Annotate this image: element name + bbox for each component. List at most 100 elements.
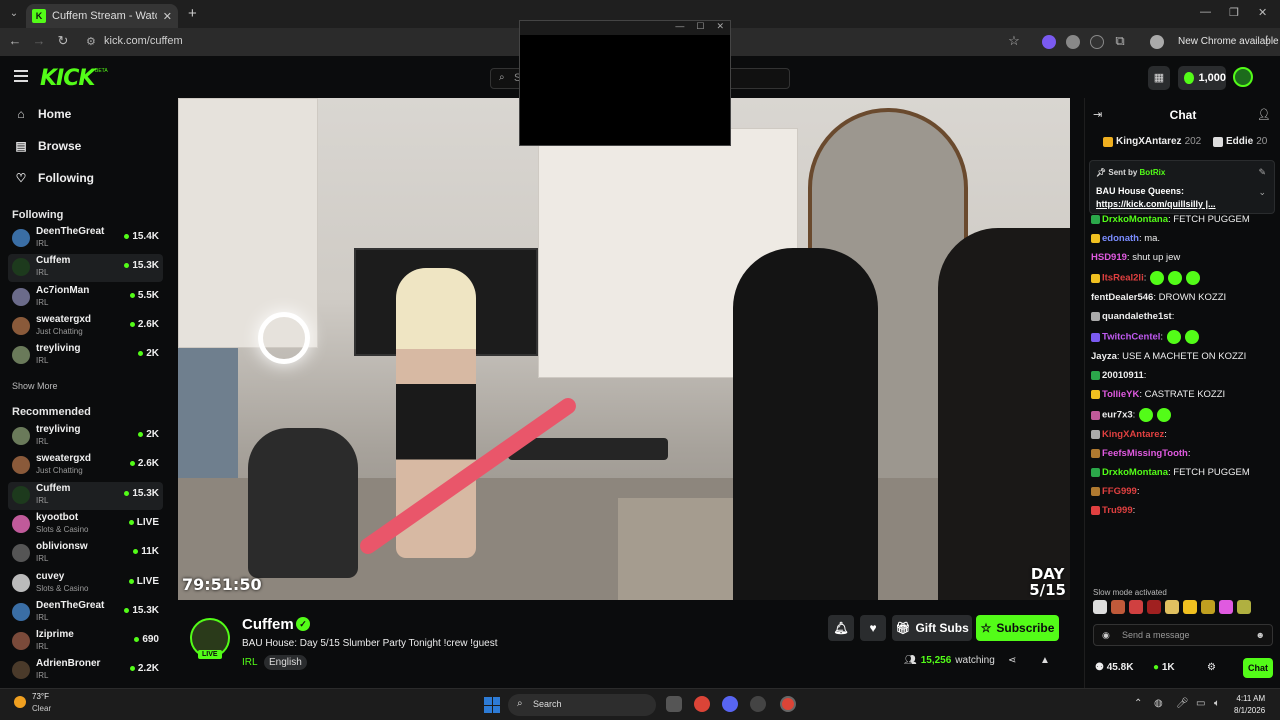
back-icon[interactable]: ← bbox=[6, 33, 24, 48]
profile-avatar[interactable] bbox=[1150, 35, 1164, 49]
system-clock[interactable]: 4:11 AM 8/1/2026 bbox=[1234, 693, 1265, 717]
chrome-active-app-icon[interactable] bbox=[780, 696, 796, 712]
emote-icon[interactable] bbox=[1183, 600, 1197, 614]
extension-cloud-icon[interactable] bbox=[1066, 35, 1080, 49]
chat-username[interactable]: eur7x3 bbox=[1102, 410, 1133, 421]
nav-home[interactable]: ⌂ Home bbox=[14, 107, 71, 121]
menu-icon[interactable] bbox=[14, 70, 28, 82]
chat-username[interactable]: quandalethe1st bbox=[1102, 311, 1172, 322]
tray-app-icon[interactable]: ◍ bbox=[1154, 698, 1163, 709]
emoji-icon[interactable]: ☻ bbox=[1256, 630, 1265, 640]
show-more-link[interactable]: Show More bbox=[12, 381, 58, 391]
followers-stat[interactable]: ⚉ 45.8K bbox=[1095, 662, 1133, 673]
tab-close-icon[interactable]: ✕ bbox=[163, 10, 172, 23]
chat-users-icon[interactable]: 👤︎ bbox=[1257, 108, 1271, 121]
chat-send-button[interactable]: Chat bbox=[1243, 658, 1273, 678]
windows-start-icon[interactable] bbox=[484, 697, 500, 713]
sidebar-channel-adrienbroner[interactable]: AdrienBroner IRL 2.2K bbox=[8, 657, 163, 685]
video-player[interactable]: 79:51:50 DAY 5/15 bbox=[178, 98, 1070, 600]
sidebar-channel-treyliving[interactable]: treyliving IRL 2K bbox=[8, 423, 163, 451]
chat-record-icon[interactable]: ◉ bbox=[1102, 630, 1110, 641]
chat-username[interactable]: edonath bbox=[1102, 233, 1139, 244]
chat-username[interactable]: Tru999 bbox=[1102, 505, 1133, 516]
chat-username[interactable]: 20010911 bbox=[1102, 370, 1144, 381]
restore-icon[interactable]: ❐ bbox=[1229, 6, 1239, 19]
sidebar-channel-deenthegreat[interactable]: DeenTheGreat IRL 15.4K bbox=[8, 225, 163, 253]
streamer-name[interactable]: Cuffem bbox=[242, 616, 294, 633]
taskbar-search[interactable]: ⌕ Search bbox=[508, 694, 656, 716]
chat-username[interactable]: FeefsMissingTooth bbox=[1102, 448, 1188, 459]
app-icon[interactable] bbox=[750, 696, 766, 712]
sidebar-channel-ac7ionman[interactable]: Ac7ionMan IRL 5.5K bbox=[8, 284, 163, 312]
chat-username[interactable]: TwitchCentel bbox=[1102, 332, 1160, 343]
sidebar-channel-sweatergxd[interactable]: sweatergxd Just Chatting 2.6K bbox=[8, 452, 163, 480]
sidebar-channel-sweatergxd[interactable]: sweatergxd Just Chatting 2.6K bbox=[8, 313, 163, 341]
emote-icon[interactable] bbox=[1111, 600, 1125, 614]
kicks-stat[interactable]: ● 1K bbox=[1153, 662, 1175, 673]
nav-following[interactable]: ♡ Following bbox=[14, 171, 94, 185]
tray-chevron-icon[interactable]: ⌃ bbox=[1134, 698, 1142, 709]
expand-pinned-icon[interactable]: ⌄ bbox=[1258, 187, 1266, 198]
category-link[interactable]: IRL bbox=[242, 657, 258, 668]
chat-username[interactable]: Jayza bbox=[1091, 351, 1117, 362]
language-tag[interactable]: English bbox=[264, 655, 307, 670]
notification-bell-button[interactable]: 🔔︎ bbox=[828, 615, 854, 641]
reload-icon[interactable]: ↻ bbox=[54, 33, 72, 49]
chat-username[interactable]: ItsReal2li bbox=[1102, 273, 1144, 284]
sidebar-channel-cuffem[interactable]: Cuffem IRL 15.3K bbox=[8, 254, 163, 283]
chat-settings-icon[interactable]: ⚙ bbox=[1207, 662, 1216, 673]
gift-subs-button[interactable]: 🎁︎ Gift Subs bbox=[892, 615, 972, 641]
sidebar-channel-kyootbot[interactable]: kyootbot Slots & Casino LIVE bbox=[8, 511, 163, 539]
browser-tab[interactable]: K Cuffem Stream - Watch Live on Kick ✕ bbox=[26, 4, 178, 28]
sidebar-channel-iziprime[interactable]: Iziprime IRL 690 bbox=[8, 628, 163, 656]
chrome-app-icon[interactable] bbox=[694, 696, 710, 712]
new-tab-icon[interactable]: + bbox=[188, 5, 197, 22]
emote-icon[interactable] bbox=[1201, 600, 1215, 614]
chat-username[interactable]: TollieYK bbox=[1102, 389, 1139, 400]
popup-maximize-icon[interactable]: ☐ bbox=[696, 21, 704, 35]
follow-heart-button[interactable]: ♥ bbox=[860, 615, 886, 641]
dashboard-icon[interactable]: ▦ bbox=[1148, 66, 1170, 90]
window-close-icon[interactable]: ✕ bbox=[1258, 6, 1267, 19]
popup-minimize-icon[interactable]: — bbox=[675, 21, 684, 35]
leaderboard-entry[interactable]: KingXAntarez 202 bbox=[1103, 136, 1201, 147]
tab-search-icon[interactable]: ⌄ bbox=[6, 6, 22, 22]
site-info-icon[interactable]: ⚙ bbox=[86, 35, 96, 48]
report-icon[interactable]: ▲ bbox=[1040, 655, 1050, 666]
emote-icon[interactable] bbox=[1129, 600, 1143, 614]
discord-app-icon[interactable] bbox=[722, 696, 738, 712]
emote-icon[interactable] bbox=[1237, 600, 1251, 614]
minimize-icon[interactable]: — bbox=[1200, 6, 1211, 18]
emote-icon[interactable] bbox=[1219, 600, 1233, 614]
emote-icon[interactable] bbox=[1165, 600, 1179, 614]
emote-icon[interactable] bbox=[1093, 600, 1107, 614]
pinned-link[interactable]: https://kick.com/quillsilly |... bbox=[1096, 199, 1216, 209]
network-icon[interactable]: ▭ bbox=[1196, 698, 1205, 709]
chat-username[interactable]: fentDealer546 bbox=[1091, 292, 1153, 303]
leaderboard-entry[interactable]: Eddie 20 bbox=[1213, 136, 1267, 147]
sidebar-channel-deenthegreat[interactable]: DeenTheGreat IRL 15.3K bbox=[8, 599, 163, 627]
chat-username[interactable]: FFG999 bbox=[1102, 486, 1137, 497]
chat-username[interactable]: HSD919 bbox=[1091, 252, 1127, 263]
chrome-menu-icon[interactable]: ⋮ bbox=[1258, 33, 1276, 49]
sidebar-channel-treyliving[interactable]: treyliving IRL 2K bbox=[8, 342, 163, 370]
microphone-icon[interactable]: 🎤︎ bbox=[1176, 698, 1189, 709]
extension-icon[interactable] bbox=[1042, 35, 1056, 49]
nav-browse[interactable]: ▤ Browse bbox=[14, 139, 81, 153]
share-icon[interactable]: ⋖ bbox=[1008, 655, 1016, 666]
unpin-icon[interactable]: ✎ bbox=[1258, 167, 1266, 178]
chat-message-input[interactable]: ◉ Send a message ☻ bbox=[1093, 624, 1273, 646]
subscribe-button[interactable]: ☆ Subscribe bbox=[976, 615, 1059, 641]
bookmark-star-icon[interactable]: ☆ bbox=[1005, 33, 1023, 49]
sidebar-channel-oblivionsw[interactable]: oblivionsw IRL 11K bbox=[8, 540, 163, 568]
task-view-icon[interactable] bbox=[666, 696, 682, 712]
volume-icon[interactable]: 🔈︎ bbox=[1214, 698, 1220, 709]
chat-username[interactable]: KingXAntarez bbox=[1102, 429, 1164, 440]
kicks-credits-button[interactable]: 1,000 bbox=[1178, 66, 1226, 90]
sidebar-channel-cuvey[interactable]: cuvey Slots & Casino LIVE bbox=[8, 570, 163, 598]
user-avatar[interactable] bbox=[1233, 67, 1253, 87]
chat-username[interactable]: DrxkoMontana bbox=[1102, 467, 1168, 478]
emote-icon[interactable] bbox=[1147, 600, 1161, 614]
extension-ps-icon[interactable] bbox=[1090, 35, 1104, 49]
kick-logo[interactable]: KICK bbox=[40, 66, 95, 91]
